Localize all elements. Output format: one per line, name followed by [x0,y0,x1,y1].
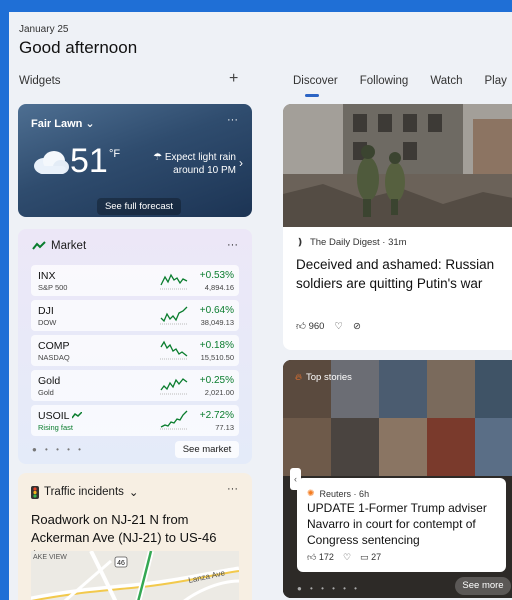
market-row[interactable]: Gold Gold +0.25% 2,021.00 [31,370,239,401]
top-stories-card: 🔥︎ Top stories ‹ › ✺ Reuters · 6h UPDATE… [283,360,512,598]
like-button[interactable]: 👍︎ 172 [307,552,334,563]
more-icon[interactable]: ··· [227,114,238,126]
market-title: Market [51,240,87,252]
comment-icon: ▭ [360,552,369,562]
ticker-name: S&P 500 [38,283,68,292]
more-icon[interactable]: ··· [227,239,238,251]
ticker-change: +0.53% [199,270,234,281]
market-row[interactable]: INX S&P 500 +0.53% 4,894.16 [31,265,239,296]
sparkline-chart [160,340,188,360]
feed-tabs: Discover Following Watch Play [293,75,512,97]
tab-discover[interactable]: Discover [293,75,338,97]
thumbs-up-icon: 👍︎ [296,321,306,332]
see-market-button[interactable]: See market [175,441,239,458]
thumbs-up-icon: 👍︎ [307,552,317,562]
pager-dots[interactable]: ● • • • • [32,445,84,454]
market-row[interactable]: DJI DOW +0.64% 38,049.13 [31,300,239,331]
tab-play[interactable]: Play [484,75,506,87]
ticker-name: Gold [38,388,54,397]
ticker-symbol: COMP [38,340,70,352]
sparkline-chart [160,410,188,430]
ticker-change: +0.18% [199,340,234,351]
ticker-change: +0.25% [199,375,234,386]
chevron-down-icon: ⌄ [128,487,139,499]
temperature: 51 [70,142,108,180]
news-actions: 👍︎ 960 ♡ ⊘ [296,320,361,333]
weather-location[interactable]: Fair Lawn ⌄ [31,117,95,130]
see-full-forecast-button[interactable]: See full forecast [97,198,181,215]
dislike-icon[interactable]: ♡ [343,552,351,563]
traffic-card: Traffic incidents ⌄ ··· Roadwork on NJ-2… [18,473,252,600]
news-photo [283,104,512,227]
map-area-label: AKE VIEW [33,554,67,561]
widgets-label: Widgets [19,75,61,87]
ticker-price: 4,894.16 [204,283,234,292]
market-trend-icon [32,241,46,250]
ticker-price: 2,021.00 [204,388,234,397]
ticker-symbol: DJI [38,305,54,317]
like-button[interactable]: 👍︎ 960 [296,320,324,332]
ticker-symbol: INX [38,270,56,282]
more-icon[interactable]: ··· [227,483,238,495]
location-label: Fair Lawn [31,118,83,130]
fire-icon: 🔥︎ [295,372,302,383]
ticker-symbol: USOIL [38,410,83,422]
weather-card[interactable]: Fair Lawn ⌄ ··· 51 °F ☂ Expect light rai… [18,104,252,217]
ticker-price: 38,049.13 [200,318,234,327]
ticker-change: +2.72% [199,410,234,421]
dislike-icon[interactable]: ♡ [334,321,343,332]
top-stories-label: 🔥︎ Top stories [295,372,352,383]
news-headline[interactable]: Deceived and ashamed: Russian soldiers a… [296,255,512,293]
ticker-price: 15,510.50 [200,353,234,362]
ticker-name: NASDAQ [38,353,70,362]
tab-following[interactable]: Following [360,75,409,87]
ticker-name: DOW [38,318,57,327]
traffic-header[interactable]: Traffic incidents ⌄ [31,485,139,499]
see-more-button[interactable]: See more [455,577,511,595]
traffic-map[interactable]: 46 AKE VIEW Lanza Ave 46 [31,551,239,600]
weather-condition: ☂ Expect light rain around 10 PM [153,152,236,176]
market-card: Market ··· INX S&P 500 +0.53% 4,894.16 D… [18,229,252,464]
market-rows: INX S&P 500 +0.53% 4,894.16 DJI DOW +0.6… [31,265,239,440]
sparkline-chart [160,306,188,325]
story-actions: 👍︎ 172 ♡ ▭ 27 [307,552,381,563]
publisher-logo-icon: ❫ [296,237,304,248]
temperature-unit: °F [109,148,121,160]
story-headline[interactable]: UPDATE 1-Former Trump adviser Navarro in… [307,500,507,548]
date-label: January 25 [19,24,69,35]
comment-button[interactable]: ▭ 27 [360,552,381,563]
map-shield-label: 46 [117,560,125,567]
news-card[interactable]: ❫ The Daily Digest · 31m Deceived and as… [283,104,512,350]
widgets-panel: January 25 Good afternoon Widgets + Disc… [9,12,512,600]
pager-dots[interactable]: ● • • • • • [297,584,360,593]
market-row[interactable]: USOIL Rising fast +2.72% 77.13 [31,405,239,436]
greeting: Good afternoon [19,38,138,57]
traffic-title: Traffic incidents [44,486,124,498]
sparkline-chart [160,378,188,395]
umbrella-icon: ☂ [153,152,165,163]
chevron-down-icon: ⌄ [85,118,95,130]
ticker-change: +0.64% [199,305,234,316]
chevron-right-icon[interactable]: › [239,156,243,170]
tab-watch[interactable]: Watch [430,75,462,87]
market-row[interactable]: COMP NASDAQ +0.18% 15,510.50 [31,335,239,366]
plus-icon[interactable]: + [229,70,238,88]
news-source[interactable]: ❫ The Daily Digest · 31m [296,237,407,248]
story-card[interactable]: ✺ Reuters · 6h UPDATE 1-Former Trump adv… [297,478,506,572]
market-header[interactable]: Market [32,240,86,252]
ticker-symbol: Gold [38,375,61,387]
ticker-name: Rising fast [38,423,74,432]
hide-story-icon[interactable]: ⊘ [353,321,361,332]
traffic-light-icon [31,485,39,499]
sparkline-chart [160,273,188,290]
story-source[interactable]: ✺ Reuters · 6h [307,488,369,499]
reuters-logo-icon: ✺ [307,488,315,498]
cloud-icon [34,151,69,174]
ticker-price: 77.13 [215,423,234,432]
rising-fast-icon [71,411,83,419]
